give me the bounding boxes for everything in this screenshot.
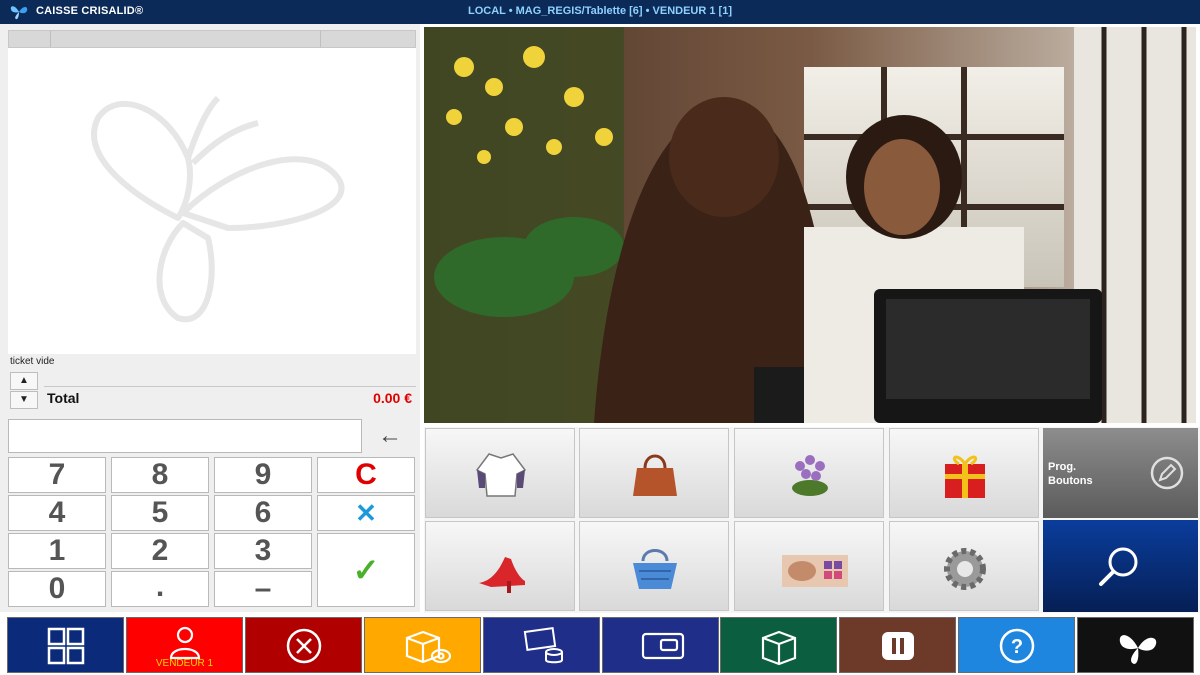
package-icon: [761, 630, 797, 666]
key-3[interactable]: 3: [214, 533, 312, 569]
category-gifts-button[interactable]: [889, 428, 1039, 518]
cash-payment-button[interactable]: [483, 617, 600, 673]
seller-button[interactable]: VENDEUR 1: [126, 617, 243, 673]
category-clothing-button[interactable]: [425, 428, 575, 518]
key-7[interactable]: 7: [8, 457, 106, 493]
total-divider: [44, 386, 416, 387]
scroll-down-button[interactable]: ▼: [10, 391, 38, 409]
ticket-header-col-2: [51, 31, 321, 47]
cancel-circle-icon: [286, 628, 322, 664]
scroll-up-button[interactable]: ▲: [10, 372, 38, 390]
pause-button[interactable]: [839, 617, 956, 673]
key-dot[interactable]: .: [111, 571, 209, 607]
total-label: Total: [47, 390, 80, 406]
function-bar: VENDEUR 1 ?: [0, 615, 1200, 675]
category-shoes-button[interactable]: [425, 521, 575, 611]
key-6[interactable]: 6: [214, 495, 312, 531]
svg-text:?: ?: [1011, 636, 1023, 658]
grid-icon: [47, 627, 85, 665]
total-value: 0.00 €: [373, 390, 412, 406]
ticket-lines-area[interactable]: [8, 48, 416, 354]
key-0[interactable]: 0: [8, 571, 106, 607]
entry-field[interactable]: [8, 419, 362, 453]
session-info: LOCAL • MAG_REGIS/Tablette [6] • VENDEUR…: [468, 5, 732, 17]
search-button[interactable]: [1043, 520, 1198, 612]
package-button[interactable]: [720, 617, 837, 673]
cancel-ticket-button[interactable]: [245, 617, 362, 673]
key-1[interactable]: 1: [8, 533, 106, 569]
shop-scene-image: [424, 27, 1196, 423]
key-minus[interactable]: –: [214, 571, 312, 607]
ticket-status: ticket vide: [10, 356, 55, 367]
title-bar: CAISSE CRISALID® LOCAL • MAG_REGIS/Table…: [0, 0, 1200, 24]
help-icon: ?: [999, 628, 1035, 664]
box-eye-icon: [405, 630, 452, 664]
gear-icon: [944, 548, 986, 590]
butterfly-icon: [1119, 635, 1157, 664]
handbag-icon: [633, 454, 677, 496]
key-4[interactable]: 4: [8, 495, 106, 531]
key-5[interactable]: 5: [111, 495, 209, 531]
gift-icon: [945, 455, 985, 498]
category-beauty-button[interactable]: [734, 521, 884, 611]
ticket-header-col-1: [9, 31, 51, 47]
prog-buttons-button[interactable]: Prog. Boutons: [1043, 428, 1198, 518]
clear-key[interactable]: C: [317, 457, 415, 493]
butterfly-watermark-icon: [91, 95, 345, 323]
validate-key[interactable]: ✓: [317, 533, 415, 607]
welcome-photo: [424, 27, 1196, 423]
help-button[interactable]: ?: [958, 617, 1075, 673]
user-icon: [169, 626, 201, 660]
high-heel-icon: [479, 557, 525, 593]
pause-icon: [882, 632, 914, 660]
search-icon: [1099, 547, 1138, 586]
category-grid: Prog. Boutons: [424, 427, 1200, 613]
key-8[interactable]: 8: [111, 457, 209, 493]
makeup-icon: [782, 555, 848, 587]
seller-label: VENDEUR 1: [155, 658, 214, 669]
backspace-button[interactable]: ←: [370, 421, 410, 451]
basket-icon: [633, 549, 677, 589]
key-9[interactable]: 9: [214, 457, 312, 493]
menu-grid-button[interactable]: [7, 617, 124, 673]
pencil-icon: [1150, 456, 1184, 490]
crisalid-menu-button[interactable]: [1077, 617, 1194, 673]
prog-buttons-label: Prog. Boutons: [1048, 461, 1093, 487]
flowers-icon: [792, 455, 828, 496]
category-settings-button[interactable]: [889, 521, 1039, 611]
ticket-column-header: [8, 30, 416, 48]
category-flowers-button[interactable]: [734, 428, 884, 518]
cancel-key[interactable]: ✕: [317, 495, 415, 531]
category-basket-button[interactable]: [579, 521, 729, 611]
stock-view-button[interactable]: [364, 617, 481, 673]
category-bags-button[interactable]: [579, 428, 729, 518]
card-payment-button[interactable]: [602, 617, 719, 673]
card-icon: [641, 632, 685, 660]
cash-icon: [523, 627, 563, 664]
sweater-icon: [475, 453, 527, 497]
key-2[interactable]: 2: [111, 533, 209, 569]
ticket-panel: ticket vide ▲ ▼ Total 0.00 € ← 7 8 9 C 4…: [0, 24, 420, 612]
